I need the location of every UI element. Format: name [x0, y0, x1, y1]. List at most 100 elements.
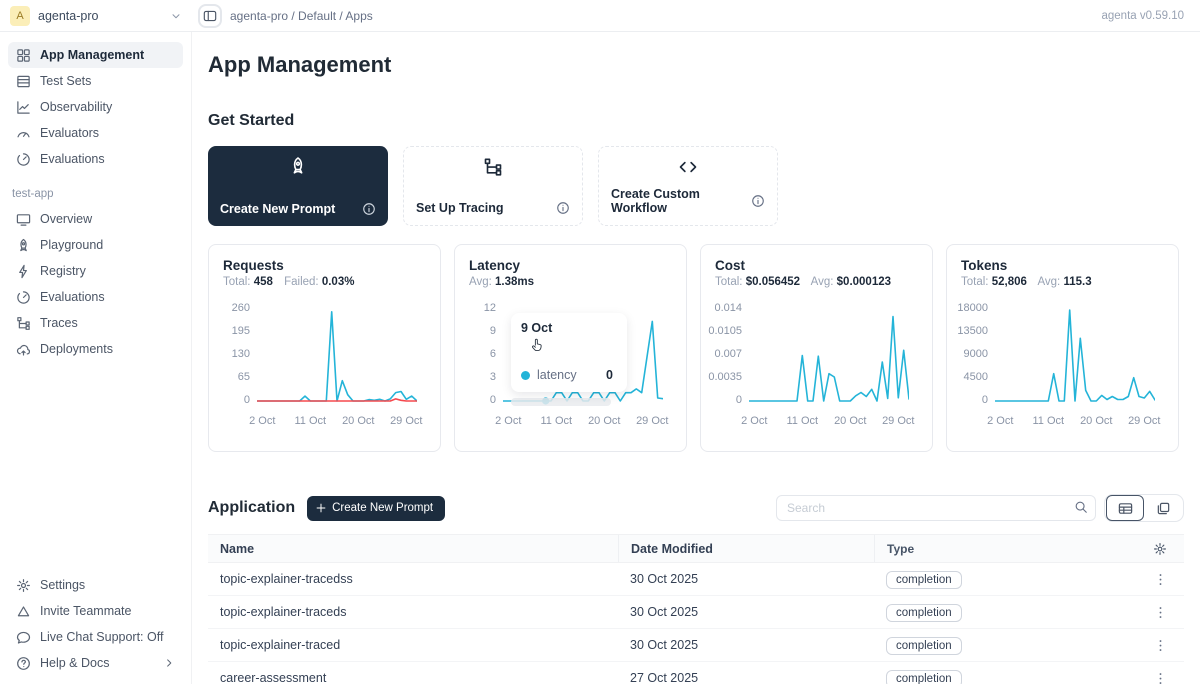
- legend-dot: [521, 371, 530, 380]
- get-started-card-create-new-prompt[interactable]: Create New Prompt: [208, 146, 388, 226]
- table-row[interactable]: career-assessment27 Oct 2025completion: [208, 662, 1184, 684]
- sidebar-toggle-button[interactable]: [198, 4, 222, 28]
- chart-stat-value: 52,806: [992, 276, 1027, 288]
- get-started-card-create-custom-workflow[interactable]: Create Custom Workflow: [598, 146, 778, 226]
- tooltip-value: 0: [606, 368, 617, 382]
- y-tick-label: 12: [484, 302, 496, 314]
- info-icon[interactable]: [362, 202, 376, 216]
- card-label: Set Up Tracing: [416, 201, 504, 215]
- chart-plot[interactable]: 2 Oct11 Oct20 Oct29 Oct: [257, 302, 417, 431]
- info-icon[interactable]: [556, 201, 570, 215]
- chart-title: Cost: [715, 258, 918, 273]
- y-tick-label: 9000: [964, 348, 988, 360]
- sidebar-item-overview[interactable]: Overview: [8, 206, 183, 232]
- sidebar-item-test-sets[interactable]: Test Sets: [8, 68, 183, 94]
- row-menu-icon[interactable]: [1153, 638, 1168, 653]
- sidebar-item-invite-teammate[interactable]: Invite Teammate: [8, 598, 183, 624]
- get-started-heading: Get Started: [208, 112, 1184, 130]
- info-icon[interactable]: [751, 194, 765, 208]
- x-tick-label: 29 Oct: [390, 415, 422, 427]
- plus-icon: [315, 502, 327, 514]
- column-header-name[interactable]: Name: [208, 542, 618, 556]
- y-axis: 0.0140.01050.0070.00350: [715, 302, 749, 406]
- chat-icon: [16, 630, 31, 645]
- column-header-date-modified[interactable]: Date Modified: [618, 535, 874, 562]
- app-name: topic-explainer-traceds: [208, 605, 618, 619]
- sidebar-app-nav: Overview Playground RegistryEvaluations Tra…: [8, 206, 183, 362]
- chart-icon: [16, 100, 31, 115]
- chart-stat-value: $0.056452: [746, 276, 800, 288]
- sidebar-item-traces[interactable]: Traces: [8, 310, 183, 336]
- chart-stat-label: Avg:: [469, 276, 492, 288]
- get-started-card-set-up-tracing[interactable]: Set Up Tracing: [403, 146, 583, 226]
- chart-plot[interactable]: 2 Oct11 Oct20 Oct29 Oct: [749, 302, 909, 431]
- sidebar-item-evaluators[interactable]: Evaluators: [8, 120, 183, 146]
- gear-icon: [16, 578, 31, 593]
- sidebar-item-label: Playground: [40, 238, 103, 252]
- chart-title: Latency: [469, 258, 672, 273]
- sidebar-item-evaluations[interactable]: Evaluations: [8, 146, 183, 172]
- create-new-prompt-button[interactable]: Create New Prompt: [307, 496, 445, 521]
- sidebar-item-live-chat-support-off[interactable]: Live Chat Support: Off: [8, 624, 183, 650]
- sidebar-item-app-management[interactable]: App Management: [8, 42, 183, 68]
- table-row[interactable]: topic-explainer-traced30 Oct 2025complet…: [208, 629, 1184, 662]
- card-view-icon: [1156, 501, 1171, 516]
- y-tick-label: 4500: [964, 371, 988, 383]
- app-name: topic-explainer-tracedss: [208, 572, 618, 586]
- top-bar: A agenta-pro agenta-pro / Default / Apps…: [0, 0, 1200, 32]
- sidebar-item-label: Help & Docs: [40, 656, 109, 670]
- get-started-cards: Create New Prompt Set Up Tracing Create Cu…: [208, 146, 1184, 226]
- chevron-right-icon: [163, 657, 175, 669]
- card-view-button[interactable]: [1144, 495, 1182, 521]
- sidebar-item-label: Deployments: [40, 342, 113, 356]
- y-axis: 260195130650: [223, 302, 257, 406]
- metrics-charts-row: RequestsTotal: 458 Failed: 0.03%26019513…: [208, 244, 1184, 452]
- column-header-type[interactable]: Type: [874, 535, 1136, 562]
- table-view-button[interactable]: [1106, 495, 1144, 521]
- y-tick-label: 0.007: [714, 348, 742, 360]
- sidebar-item-label: Evaluations: [40, 152, 105, 166]
- x-tick-label: 11 Oct: [294, 415, 326, 427]
- chart-plot[interactable]: 2 Oct11 Oct20 Oct29 Oct: [995, 302, 1155, 431]
- table-row[interactable]: topic-explainer-tracedss30 Oct 2025compl…: [208, 563, 1184, 596]
- workspace-selector[interactable]: A agenta-pro: [0, 6, 192, 26]
- tooltip-series-name: latency: [537, 368, 577, 382]
- y-tick-label: 0: [982, 394, 988, 406]
- x-tick-label: 2 Oct: [987, 415, 1013, 427]
- search-input[interactable]: [776, 495, 1096, 521]
- sidebar-item-help-docs[interactable]: Help & Docs: [8, 650, 183, 676]
- chevron-down-icon: [170, 10, 182, 22]
- sidebar-item-settings[interactable]: Settings: [8, 572, 183, 598]
- sidebar-item-registry[interactable]: Registry: [8, 258, 183, 284]
- card-label: Create New Prompt: [220, 202, 335, 216]
- chart-stat-label: Avg:: [811, 276, 834, 288]
- sidebar-item-label: Traces: [40, 316, 78, 330]
- sidebar-item-observability[interactable]: Observability: [8, 94, 183, 120]
- app-date-modified: 27 Oct 2025: [618, 671, 874, 684]
- x-tick-label: 29 Oct: [1128, 415, 1160, 427]
- table-row[interactable]: topic-explainer-traceds30 Oct 2025comple…: [208, 596, 1184, 629]
- x-axis: 2 Oct11 Oct20 Oct29 Oct: [995, 415, 1155, 431]
- chart-stat-value: 1.38ms: [495, 276, 534, 288]
- y-axis: 129630: [469, 302, 503, 406]
- sidebar-item-label: Settings: [40, 578, 85, 592]
- row-menu-icon[interactable]: [1153, 572, 1168, 587]
- y-tick-label: 0.014: [714, 302, 742, 314]
- row-menu-icon[interactable]: [1153, 671, 1168, 684]
- sidebar-item-deployments[interactable]: Deployments: [8, 336, 183, 362]
- row-menu-icon[interactable]: [1153, 605, 1168, 620]
- page-title: App Management: [208, 52, 1184, 78]
- table-settings-icon[interactable]: [1153, 542, 1167, 556]
- sidebar-item-evaluations[interactable]: Evaluations: [8, 284, 183, 310]
- chart-stat-label: Failed:: [284, 276, 319, 288]
- search-icon[interactable]: [1074, 500, 1088, 514]
- y-axis: 1800013500900045000: [961, 302, 995, 406]
- chart-stat-value: 458: [254, 276, 273, 288]
- app-name: topic-explainer-traced: [208, 638, 618, 652]
- sidebar-item-label: Overview: [40, 212, 92, 226]
- table-body: topic-explainer-tracedss30 Oct 2025compl…: [208, 563, 1184, 684]
- sidebar-item-playground[interactable]: Playground: [8, 232, 183, 258]
- sidebar-item-label: Evaluators: [40, 126, 99, 140]
- sidebar-spacer: [8, 362, 183, 572]
- y-tick-label: 0.0105: [708, 325, 742, 337]
